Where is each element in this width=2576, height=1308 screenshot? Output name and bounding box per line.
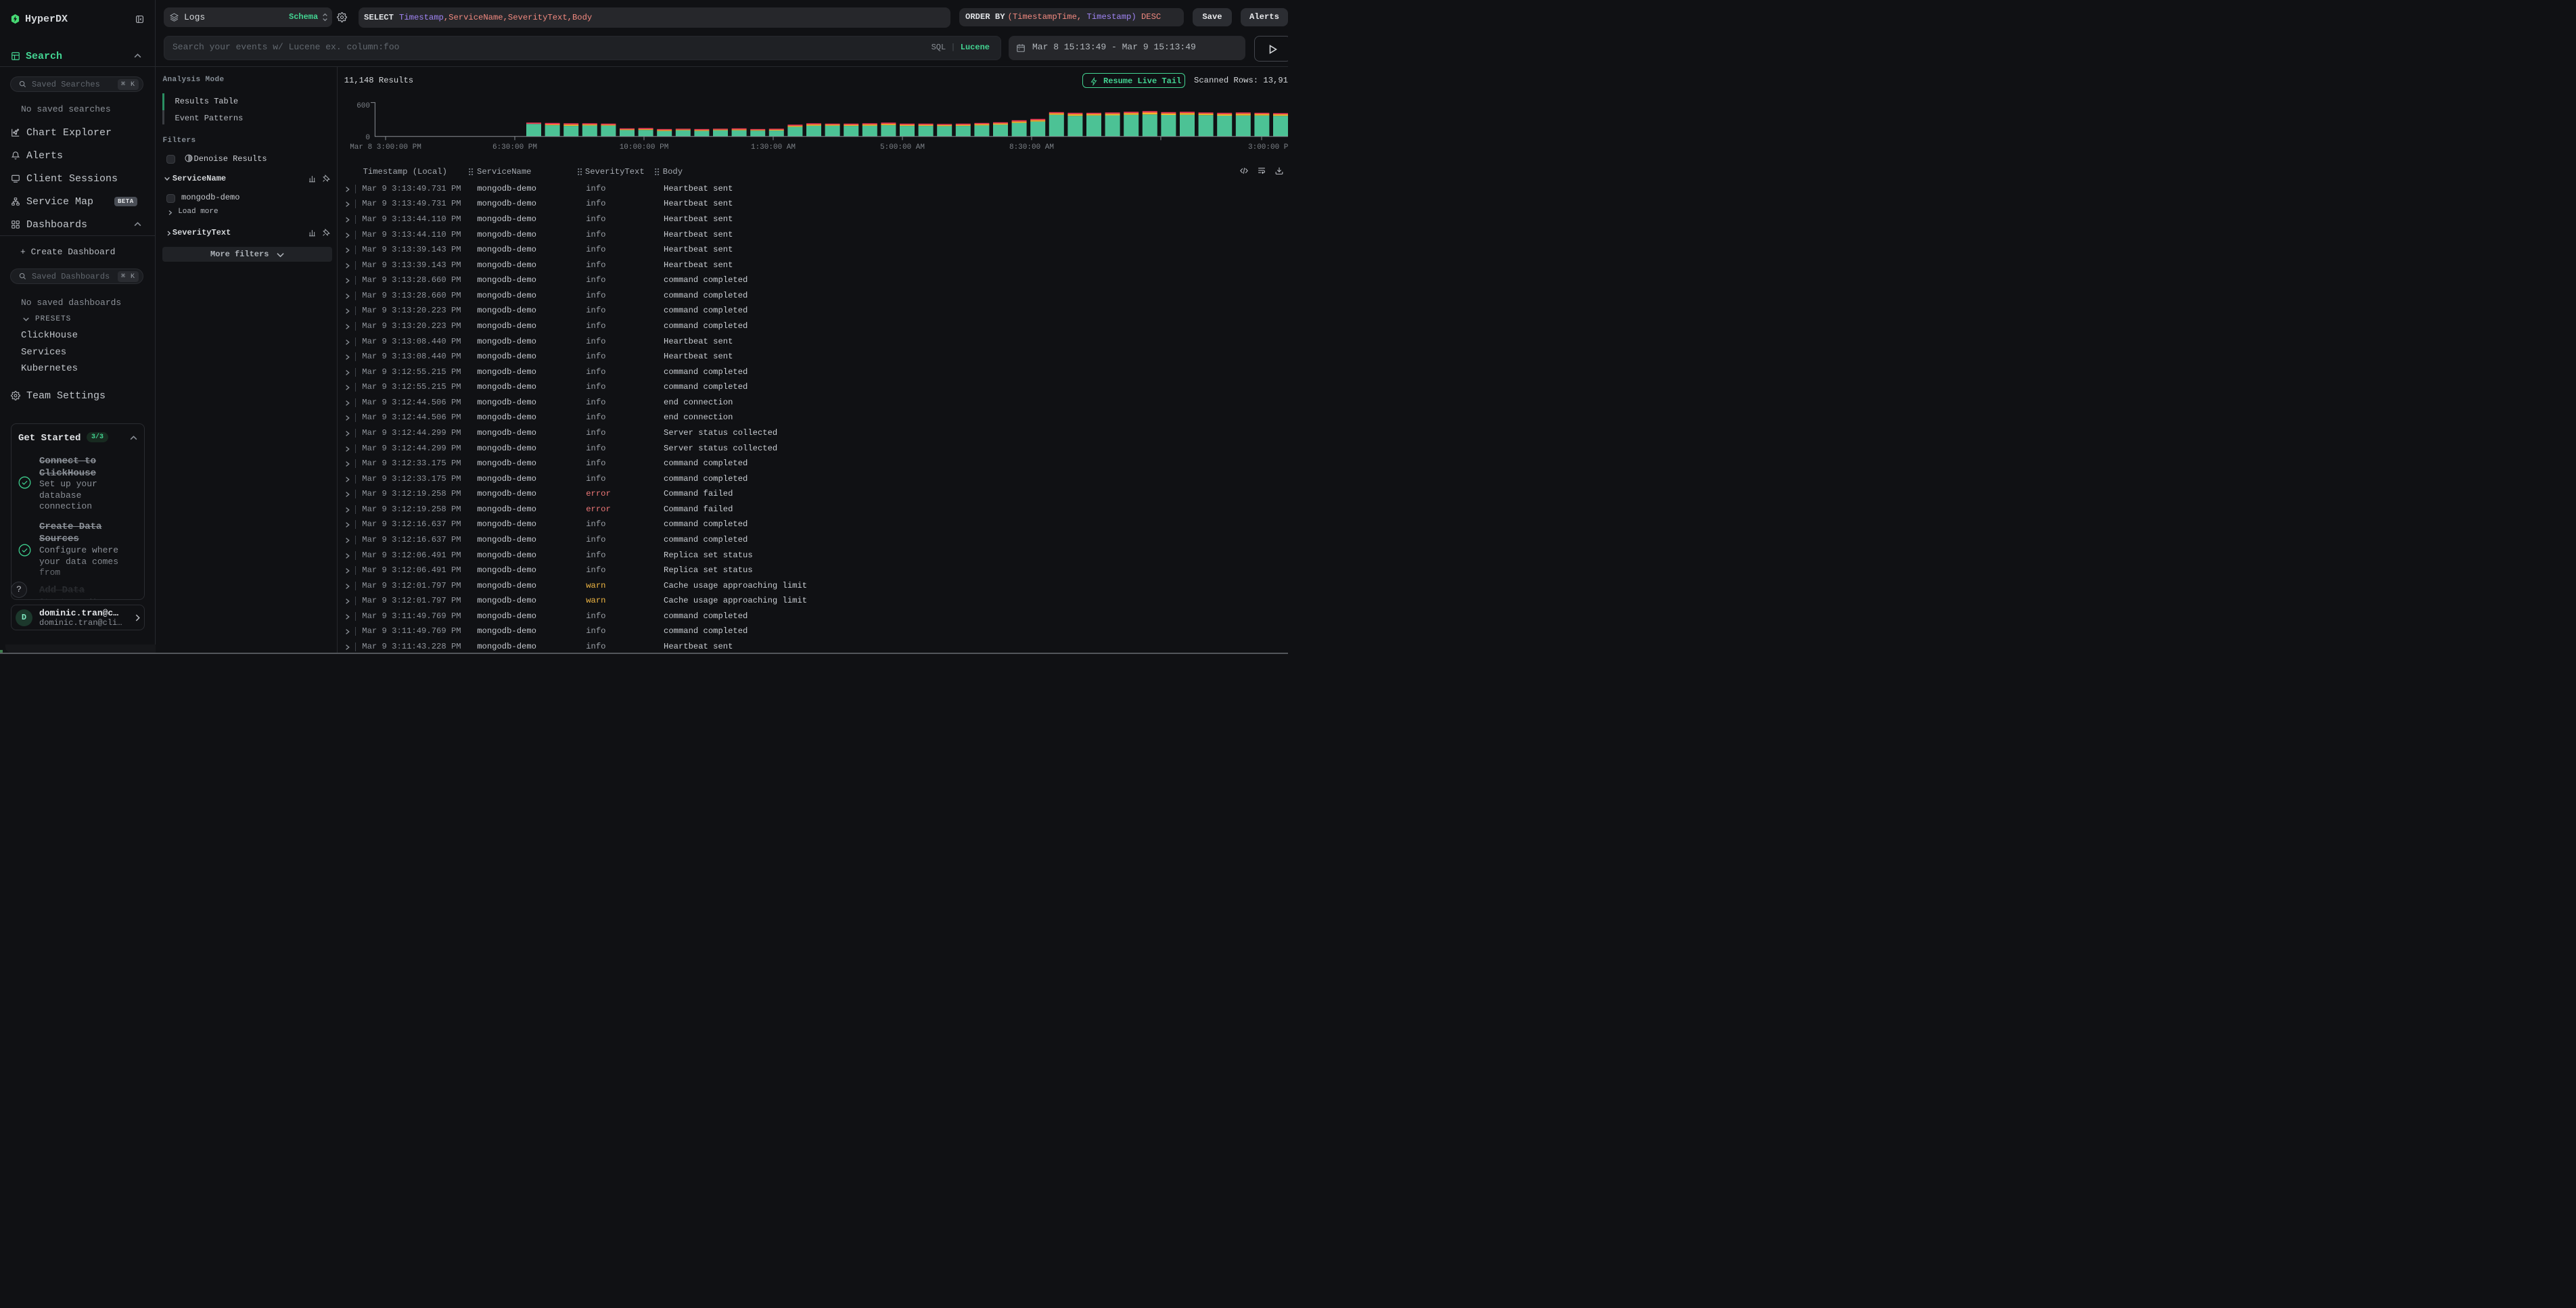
svg-text:3:00:00 PM: 3:00:00 PM [1248,143,1288,151]
svg-text:10:00:00 PM: 10:00:00 PM [620,143,669,151]
svg-text:1:30:00 AM: 1:30:00 AM [751,143,796,151]
svg-text:600: 600 [356,102,370,110]
svg-text:Mar 8 3:00:00 PM: Mar 8 3:00:00 PM [350,143,421,151]
svg-text:0: 0 [365,134,370,142]
svg-text:6:30:00 PM: 6:30:00 PM [492,143,537,151]
svg-text:8:30:00 AM: 8:30:00 AM [1009,143,1054,151]
svg-text:5:00:00 AM: 5:00:00 AM [880,143,925,151]
